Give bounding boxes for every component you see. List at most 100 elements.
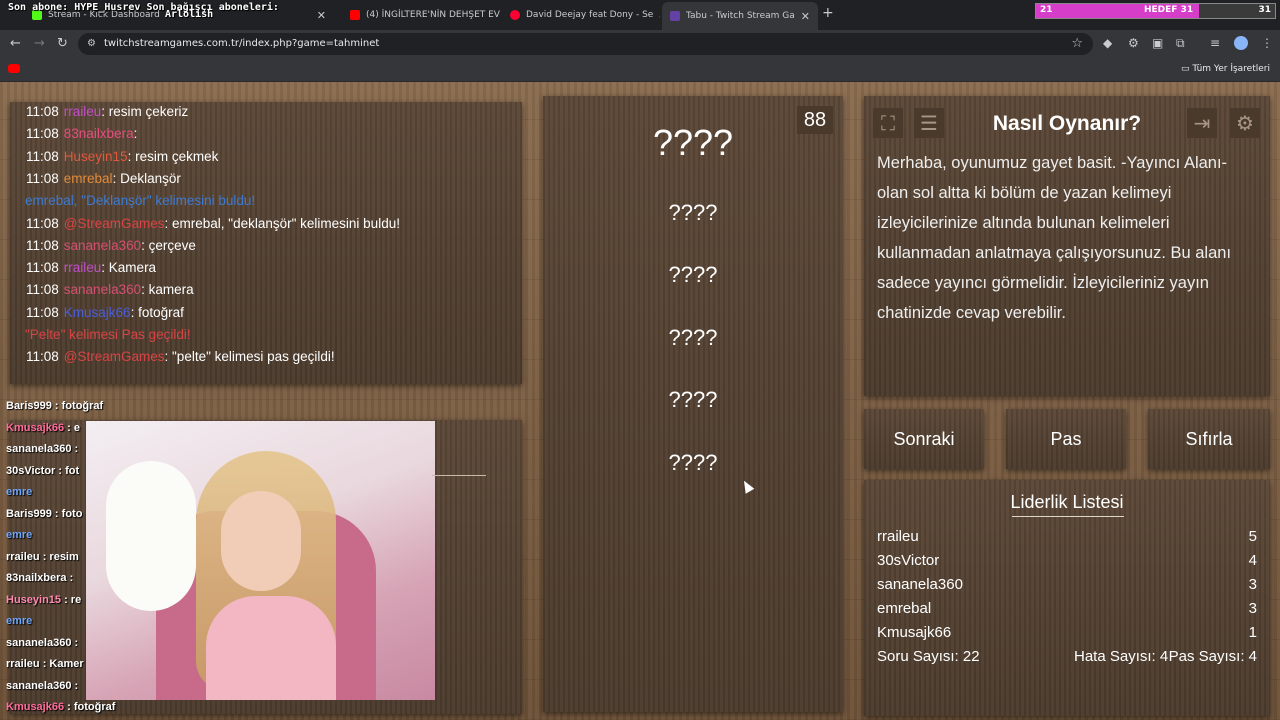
message-username[interactable]: sananela360 [64, 282, 141, 297]
message-text: : fotoğraf [130, 304, 184, 320]
overlay-username: sananela360 [6, 679, 72, 692]
extension-icon[interactable]: ◆ [1103, 36, 1112, 50]
message-username[interactable]: @StreamGames [64, 349, 165, 364]
leaderboard-row: rraileu 5 [877, 528, 1257, 550]
forward-icon[interactable]: → [34, 36, 45, 51]
overlay-message-text: : Kamer [39, 658, 84, 670]
player-score: 4 [1248, 552, 1257, 569]
overlay-message-text: : foto [51, 507, 83, 520]
streamer-name-overlay: Arlolish [165, 9, 214, 20]
message-time: 11:08 [26, 126, 59, 142]
tab-label: David Deejay feat Dony - Se [526, 10, 654, 20]
message-username[interactable]: @StreamGames [64, 216, 165, 231]
tab-label: Tabu - Twitch Stream Game [686, 11, 795, 21]
sub-goal-bar: 21 HEDEF 31 31 [1035, 3, 1276, 19]
overlay-message-text: : [71, 636, 79, 649]
message-time: 11:08 [26, 148, 59, 164]
webcam-feed [86, 421, 435, 700]
overlay-chat-message: Kmusajk66 : fotoğraf [6, 701, 115, 713]
overlay-username: 30sVictor [6, 464, 56, 477]
reload-icon[interactable]: ↻ [57, 36, 68, 51]
player-name: rraileu [877, 528, 919, 545]
message-username[interactable]: 83nailxbera [64, 126, 134, 141]
overlay-chat-message: emre [6, 486, 32, 498]
profile-avatar-icon[interactable] [1234, 36, 1248, 50]
overlay-username: Huseyin15 [6, 593, 62, 606]
reset-button[interactable]: Sıfırla [1148, 409, 1270, 469]
message-text: : resim çekmek [127, 148, 219, 164]
message-username[interactable]: Kmusajk66 [64, 305, 131, 320]
chat-message: 11:08 Kmusajk66: fotoğraf [26, 305, 184, 320]
overlay-username: Kmusajk66 [6, 421, 65, 434]
word-card-panel: 88 ???? ???? ???? ???? ???? ???? [543, 96, 843, 712]
site-info-icon[interactable]: ⚙ [87, 38, 96, 49]
youtube-icon [510, 10, 520, 20]
message-username[interactable]: Huseyin15 [64, 149, 128, 164]
url-field[interactable]: ⚙ twitchstreamgames.com.tr/index.php?gam… [78, 33, 1093, 55]
forbidden-word: ???? [668, 200, 718, 225]
overlay-username: Baris999 [6, 400, 52, 412]
message-text: emrebal, "Deklanşör" kelimesini buldu! [25, 193, 256, 209]
message-text: : Deklanşör [112, 170, 181, 186]
chat-message: emrebal, "Deklanşör" kelimesini buldu! [25, 193, 255, 208]
bookmark-star-icon[interactable]: ☆ [1071, 36, 1083, 51]
close-icon[interactable]: ✕ [317, 9, 326, 22]
all-bookmarks-folder[interactable]: ▭ Tüm Yer İşaretleri [1181, 64, 1270, 74]
leaderboard-row: sananela360 3 [877, 576, 1257, 598]
main-word: ???? [652, 122, 734, 163]
message-text: "Pelte" kelimesi Pas geçildi! [25, 327, 191, 342]
overlay-chat-message: sananela360 : [6, 637, 78, 649]
tab-label: (4) İNGİLTERE'NİN DEHŞET EVİ [366, 10, 500, 20]
message-time: 11:08 [26, 237, 59, 253]
goal-current: 21 [1040, 5, 1053, 15]
extensions-puzzle-icon[interactable]: ⧉ [1176, 36, 1185, 51]
leaderboard-panel: Liderlik Listesi rraileu 5 30sVictor 4 s… [864, 480, 1270, 716]
youtube-bookmark-icon[interactable] [8, 64, 20, 73]
forbidden-word: ???? [668, 450, 718, 475]
overlay-chat-message: rraileu : Kamer [6, 658, 84, 670]
tab-youtube-2[interactable]: David Deejay feat Dony - Se 🔊 ✕ [502, 4, 660, 26]
player-name: emrebal [877, 600, 932, 617]
overlay-chat-message: emre [6, 615, 32, 627]
tab-tabu[interactable]: Tabu - Twitch Stream Game ✕ [662, 2, 818, 30]
chat-message: 11:08 Huseyin15: resim çekmek [26, 149, 218, 164]
speaker-icon[interactable]: 🔊 [659, 10, 660, 20]
overlay-chat-message: 83nailxbera : [6, 572, 73, 584]
message-time: 11:08 [26, 282, 59, 298]
next-button[interactable]: Sonraki [864, 409, 984, 469]
subscriber-overlay-text: Son abone: HYPE_Husrev Son bağışçı abone… [8, 2, 279, 13]
teddy-bear [106, 461, 196, 611]
overlay-message-text: : fotoğraf [64, 701, 116, 713]
close-icon[interactable]: ✕ [801, 10, 810, 23]
message-username[interactable]: sananela360 [64, 238, 141, 253]
pass-button[interactable]: Pas [1006, 409, 1126, 469]
url-text[interactable]: twitchstreamgames.com.tr/index.php?game=… [104, 38, 379, 49]
overlay-username: rraileu [6, 658, 40, 670]
overlay-username: rraileu [6, 550, 40, 563]
new-tab-icon[interactable]: + [822, 5, 834, 21]
leaderboard-title: Liderlik Listesi [1010, 492, 1124, 512]
message-text: : [133, 126, 138, 142]
tab-youtube-1[interactable]: (4) İNGİLTERE'NİN DEHŞET EVİ ✕ [342, 4, 500, 26]
message-username[interactable]: rraileu [64, 260, 102, 275]
overlay-chat-message: sananela360 : [6, 443, 78, 455]
question-count: Soru Sayısı: 22 [877, 648, 980, 665]
media-icon[interactable]: ≡ [1210, 36, 1220, 50]
overlay-chat-message: Kmusajk66 : e [6, 422, 80, 434]
message-time: 11:08 [26, 215, 59, 231]
message-username[interactable]: rraileu [64, 104, 102, 119]
message-username[interactable]: emrebal [64, 171, 113, 186]
address-bar-row: ← → ↻ ⚙ twitchstreamgames.com.tr/index.p… [0, 30, 1280, 58]
back-icon[interactable]: ← [10, 36, 21, 51]
menu-icon[interactable]: ⋮ [1261, 36, 1273, 50]
extension-icon[interactable]: ▣ [1152, 36, 1163, 50]
player-score: 3 [1248, 576, 1257, 593]
message-text: : "pelte" kelimesi pas geçildi! [164, 349, 335, 365]
chat-message: 11:08 rraileu: resim çekeriz [26, 104, 188, 119]
chat-message: 11:08 @StreamGames: emrebal, "deklanşör" … [26, 216, 400, 231]
overlay-chat-message: emre [6, 529, 32, 541]
extension-icon[interactable]: ⚙ [1128, 36, 1139, 50]
overlay-username: emre [6, 615, 33, 627]
overlay-message-text: : fot [55, 464, 80, 477]
youtube-icon [350, 10, 360, 20]
